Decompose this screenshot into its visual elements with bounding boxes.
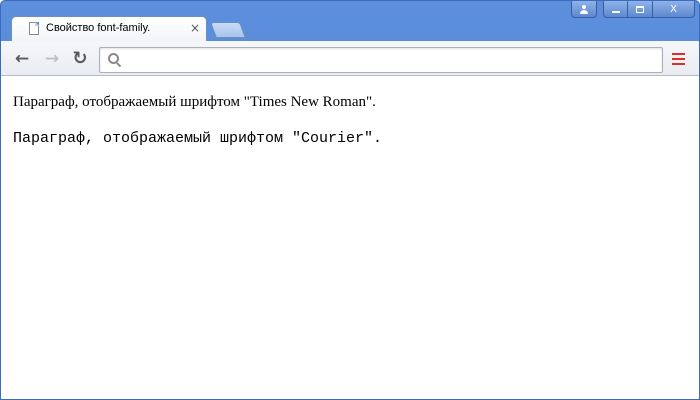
tab-title: Свойство font-family. [46, 22, 151, 34]
address-input[interactable] [126, 51, 660, 71]
maximize-icon [636, 5, 644, 13]
maximize-button[interactable] [628, 1, 653, 18]
forward-button[interactable]: → [41, 49, 63, 69]
reload-button[interactable]: ↻ [69, 49, 91, 69]
back-button[interactable]: ← [11, 49, 33, 69]
paragraph-times-new-roman: Параграф, отображаемый шрифтом "Times Ne… [13, 94, 376, 110]
user-profile-button[interactable] [571, 1, 597, 18]
user-icon [580, 4, 588, 14]
minimize-button[interactable] [603, 1, 628, 18]
menu-button[interactable] [672, 53, 685, 65]
page-content: Параграф, отображаемый шрифтом "Times Ne… [1, 76, 699, 399]
browser-window: Свойство font-family. × X ← → ↻ Параграф… [0, 0, 700, 400]
caption-buttons: X [571, 1, 695, 19]
menu-icon-bar [672, 63, 685, 65]
new-tab-button[interactable] [210, 22, 246, 38]
toolbar: ← → ↻ [1, 41, 699, 76]
close-window-button[interactable]: X [653, 1, 695, 18]
paragraph-courier: Параграф, отображаемый шрифтом "Courier"… [13, 130, 383, 147]
search-icon [108, 53, 120, 65]
menu-icon-bar [672, 58, 685, 60]
address-bar[interactable] [99, 47, 663, 73]
title-bar[interactable]: Свойство font-family. × X [1, 1, 699, 42]
page-icon [29, 22, 39, 35]
tab-active[interactable]: Свойство font-family. × [11, 16, 207, 42]
tab-close-icon[interactable]: × [190, 21, 200, 35]
close-icon: X [670, 3, 677, 15]
menu-icon-bar [672, 53, 685, 55]
minimize-icon [611, 10, 620, 13]
